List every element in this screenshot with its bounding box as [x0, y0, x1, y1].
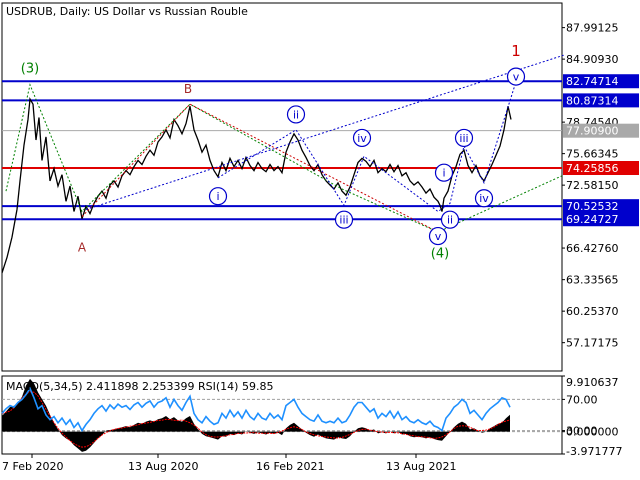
indicator-tick-label: 0.000000	[566, 426, 619, 439]
indicator-header: MACD(5,34,5) 2.411898 2.253399 RSI(14) 5…	[6, 380, 273, 393]
wave-label: iii	[339, 214, 348, 227]
timeframe: Daily	[60, 5, 88, 18]
wave-label: iv	[479, 192, 489, 205]
date-axis: 7 Feb 2020 13 Aug 2020 16 Feb 2021 13 Aug 2…	[2, 454, 456, 473]
price-panel: 87.9912584.9093078.7454075.6634572.58150…	[1, 2, 639, 372]
chart-header: USDRUB, Daily: US Dollar vs Russian Roub…	[6, 5, 248, 18]
price-tick-label: 66.42760	[566, 242, 619, 255]
wave-label: ii	[293, 108, 299, 121]
indicator-tick-label: -3.971777	[566, 445, 622, 458]
wave-label: ii	[447, 214, 453, 227]
price-tick-label: 72.58150	[566, 179, 619, 192]
level-label: 70.52532	[566, 200, 619, 213]
date-tick-label: 13 Aug 2020	[128, 460, 198, 473]
indicator-panel: 9.91063770.0030.000.000000-3.971777MACD(…	[1, 375, 622, 458]
wave-label: 1	[511, 42, 521, 60]
wave-label: A	[78, 240, 87, 254]
price-tick-label: 57.17175	[566, 337, 619, 350]
price-tick-label: 87.99125	[566, 22, 619, 35]
price-tick-label: 84.90930	[566, 53, 619, 66]
wave-label: v	[513, 71, 520, 84]
wave-label: v	[435, 230, 442, 243]
price-tick-label: 63.33565	[566, 274, 619, 287]
level-label: 74.25856	[566, 162, 619, 175]
level-label: 82.74714	[566, 75, 619, 88]
date-tick-label: 13 Aug 2021	[386, 460, 456, 473]
description: US Dollar vs Russian Rouble	[94, 5, 248, 18]
price-tick-label: 75.66345	[566, 148, 619, 161]
wave-label: B	[184, 82, 192, 96]
wave-label: i	[216, 190, 219, 203]
usdrub-chart: 87.9912584.9093078.7454075.6634572.58150…	[1, 2, 639, 473]
price-tick-label: 60.25370	[566, 305, 619, 318]
symbol: USDRUB	[6, 5, 53, 18]
date-tick-label: 7 Feb 2020	[2, 460, 63, 473]
indicator-tick-label: 9.910637	[566, 376, 619, 389]
wave-label: (3)	[21, 61, 39, 76]
level-label: 77.90900	[566, 125, 619, 138]
price-plot-frame	[1, 2, 563, 372]
wave-label: iii	[459, 132, 468, 145]
indicator-tick-label: 70.00	[566, 393, 598, 406]
wave-label: i	[442, 167, 445, 180]
date-tick-label: 16 Feb 2021	[256, 460, 324, 473]
level-label: 69.24727	[566, 213, 619, 226]
wave-label: (4)	[431, 246, 449, 261]
level-label: 80.87314	[566, 94, 619, 107]
wave-label: iv	[357, 132, 367, 145]
colon: :	[87, 5, 94, 18]
comma: ,	[53, 5, 60, 18]
